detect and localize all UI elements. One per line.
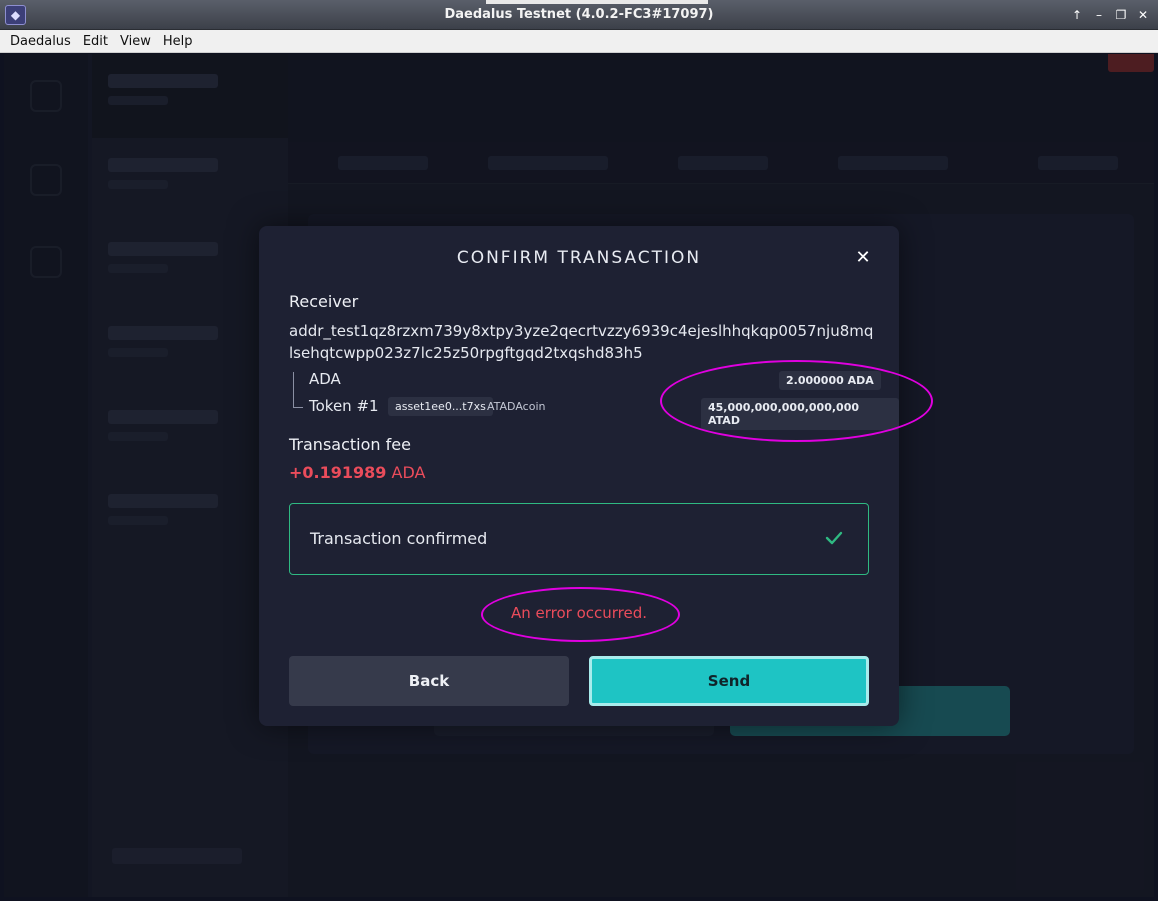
menu-bar: Daedalus Edit View Help bbox=[0, 30, 1158, 53]
menu-help[interactable]: Help bbox=[157, 34, 199, 49]
fee-unit: ADA bbox=[391, 463, 426, 482]
token-ticker: ATADAcoin bbox=[487, 400, 546, 413]
titlebar-top-strip bbox=[486, 0, 708, 4]
asset-token-label: Token #1 bbox=[309, 397, 379, 415]
window-titlebar: ◆ Daedalus Testnet (4.0.2-FC3#17097) ↑ –… bbox=[0, 0, 1158, 30]
menu-view[interactable]: View bbox=[114, 34, 157, 49]
transaction-status-text: Transaction confirmed bbox=[310, 529, 488, 548]
receiver-label: Receiver bbox=[289, 292, 359, 311]
checkmark-icon bbox=[825, 531, 843, 545]
close-icon[interactable]: ✕ bbox=[855, 249, 871, 267]
close-window-icon[interactable]: ✕ bbox=[1134, 6, 1152, 24]
minimize-window-icon[interactable]: – bbox=[1090, 6, 1108, 24]
asset-ada-label: ADA bbox=[309, 370, 341, 388]
token-asset-id-chip[interactable]: asset1ee0...t7xs bbox=[388, 397, 493, 416]
maximize-window-icon[interactable]: ❐ bbox=[1112, 6, 1130, 24]
receiver-address: addr_test1qz8rzxm739y8xtpy3yze2qecrtvzzy… bbox=[289, 322, 874, 362]
ada-amount-badge: 2.000000 ADA bbox=[779, 371, 881, 390]
window-controls: ↑ – ❐ ✕ bbox=[1068, 6, 1152, 24]
token-amount-badge: 45,000,000,000,000,000 ATAD bbox=[701, 398, 899, 430]
error-message: An error occurred. bbox=[510, 604, 648, 622]
menu-daedalus[interactable]: Daedalus bbox=[4, 34, 77, 49]
menu-edit[interactable]: Edit bbox=[77, 34, 114, 49]
window-title: Daedalus Testnet (4.0.2-FC3#17097) bbox=[444, 7, 714, 22]
asset-tree-connector bbox=[293, 372, 303, 408]
fee-amount: +0.191989 bbox=[289, 463, 387, 482]
dialog-title: CONFIRM TRANSACTION bbox=[456, 248, 702, 268]
send-button[interactable]: Send bbox=[589, 656, 869, 706]
back-button[interactable]: Back bbox=[289, 656, 569, 706]
confirm-transaction-dialog: CONFIRM TRANSACTION ✕ Receiver addr_test… bbox=[259, 226, 899, 726]
transaction-fee-label: Transaction fee bbox=[289, 435, 411, 454]
transaction-status-box: Transaction confirmed bbox=[289, 503, 869, 575]
transaction-fee-value: +0.191989 ADA bbox=[289, 463, 425, 482]
raise-window-icon[interactable]: ↑ bbox=[1068, 6, 1086, 24]
daedalus-app-icon: ◆ bbox=[5, 5, 26, 25]
